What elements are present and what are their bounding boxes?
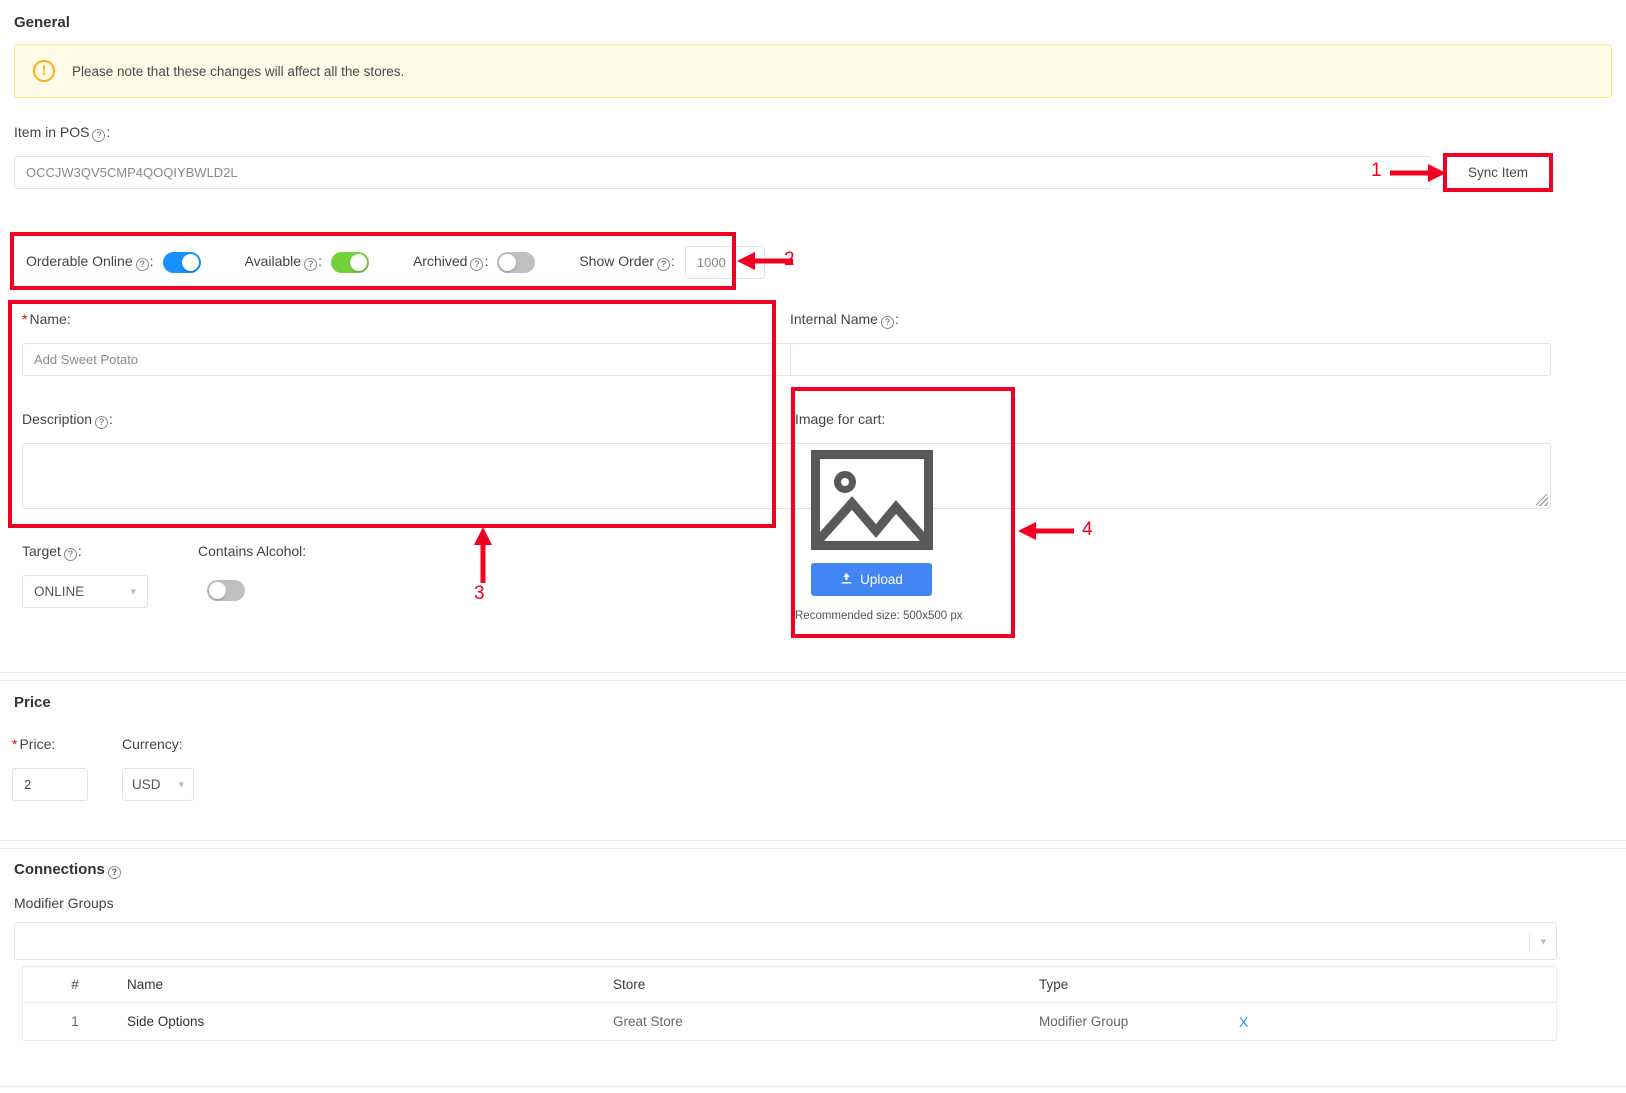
- table-header-row: # Name Store Type: [23, 967, 1556, 1002]
- name-value: Add Sweet Potato: [34, 352, 139, 367]
- chevron-down-icon: ▾: [1540, 935, 1546, 948]
- target-select[interactable]: ONLINE ▾: [22, 575, 148, 608]
- price-input[interactable]: 2: [12, 768, 88, 801]
- connections-table: # Name Store Type 1 Side Options Great S…: [22, 966, 1557, 1041]
- show-order-input[interactable]: 1000: [684, 245, 765, 279]
- chevron-down-icon: ▾: [130, 586, 136, 598]
- divider: [0, 840, 1626, 841]
- image-for-cart-label: Image for cart:: [795, 411, 886, 427]
- show-order-label: Show Order?:: [579, 253, 675, 271]
- help-icon[interactable]: ?: [107, 866, 121, 879]
- annotation-number-3: 3: [474, 583, 485, 604]
- name-label: * Name:: [22, 311, 71, 327]
- row-type: Modifier Group: [1039, 1014, 1129, 1029]
- header-index: #: [71, 977, 79, 992]
- help-icon[interactable]: ?: [95, 416, 109, 429]
- annotation-arrow-3: [474, 527, 492, 583]
- description-textarea[interactable]: [22, 443, 1551, 509]
- archived-toggle[interactable]: [497, 251, 536, 273]
- target-value: ONLINE: [34, 584, 85, 599]
- recommended-size-text: Recommended size: 500x500 px: [795, 610, 963, 622]
- help-icon[interactable]: ?: [304, 258, 318, 271]
- orderable-online-group: Orderable Online?:: [26, 251, 201, 273]
- sync-item-button[interactable]: Sync Item: [1445, 156, 1551, 189]
- show-order-group: Show Order?: 1000: [579, 245, 765, 279]
- item-in-pos-value: OCCJW3QV5CMP4QOQIYBWLD2L: [26, 165, 238, 180]
- archived-group: Archived?:: [412, 251, 536, 273]
- help-icon[interactable]: ?: [63, 548, 77, 561]
- connections-section-title: Connections?: [14, 861, 122, 879]
- annotation-number-2: 2: [784, 249, 795, 270]
- price-label: * Price:: [12, 736, 56, 752]
- price-value: 2: [24, 777, 32, 792]
- chevron-down-icon: ▾: [178, 779, 184, 791]
- row-store: Great Store: [613, 1014, 683, 1029]
- upload-button[interactable]: Upload: [811, 563, 932, 596]
- remove-connection-button[interactable]: X: [1239, 1014, 1248, 1030]
- row-index: 1: [71, 1014, 79, 1029]
- item-settings-page: General ! Please note that these changes…: [0, 0, 1626, 1093]
- modifier-groups-label: Modifier Groups: [14, 895, 114, 911]
- price-section-title: Price: [14, 694, 51, 711]
- upload-button-label: Upload: [860, 572, 903, 587]
- divider: [0, 680, 1626, 681]
- header-type: Type: [1039, 977, 1069, 992]
- contains-alcohol-label: Contains Alcohol:: [198, 543, 307, 559]
- archived-label: Archived?:: [412, 253, 489, 271]
- warning-text: Please note that these changes will affe…: [72, 63, 405, 79]
- help-icon[interactable]: ?: [92, 129, 106, 142]
- contains-alcohol-toggle[interactable]: [207, 580, 245, 601]
- item-in-pos-label: Item in POS?:: [14, 124, 111, 142]
- image-placeholder-icon: [811, 450, 933, 550]
- orderable-online-toggle[interactable]: [162, 251, 201, 273]
- available-label: Available?:: [244, 253, 322, 271]
- orderable-online-label: Orderable Online?:: [26, 253, 154, 271]
- toggles-row: Orderable Online?: Available?: Archived?…: [14, 236, 765, 288]
- divider: [0, 1086, 1626, 1087]
- currency-value: USD: [132, 777, 161, 792]
- annotation-number-4: 4: [1082, 519, 1093, 540]
- row-name: Side Options: [127, 1014, 205, 1029]
- available-toggle[interactable]: [330, 251, 369, 273]
- divider: [0, 848, 1626, 849]
- header-store: Store: [613, 977, 646, 992]
- help-icon[interactable]: ?: [657, 258, 671, 271]
- target-label: Target?:: [22, 543, 82, 561]
- currency-label: Currency:: [122, 736, 183, 752]
- exclamation-circle-icon: !: [33, 60, 55, 82]
- help-icon[interactable]: ?: [880, 316, 894, 329]
- available-group: Available?:: [244, 251, 369, 273]
- help-icon[interactable]: ?: [135, 258, 149, 271]
- internal-name-input[interactable]: [790, 343, 1551, 376]
- description-label: Description?:: [22, 411, 113, 429]
- general-section-title: General: [14, 14, 70, 31]
- item-in-pos-input[interactable]: OCCJW3QV5CMP4QOQIYBWLD2L: [14, 156, 1431, 189]
- currency-select[interactable]: USD ▾: [122, 768, 194, 801]
- internal-name-label: Internal Name?:: [790, 311, 899, 329]
- help-icon[interactable]: ?: [470, 258, 484, 271]
- upload-icon: [840, 572, 853, 588]
- stores-warning-banner: ! Please note that these changes will af…: [14, 44, 1612, 98]
- header-name: Name: [127, 977, 164, 992]
- divider: [0, 672, 1626, 673]
- modifier-groups-select[interactable]: ▾: [14, 922, 1557, 960]
- annotation-arrow-4: [1018, 522, 1074, 540]
- table-row: 1 Side Options Great Store Modifier Grou…: [23, 1002, 1556, 1040]
